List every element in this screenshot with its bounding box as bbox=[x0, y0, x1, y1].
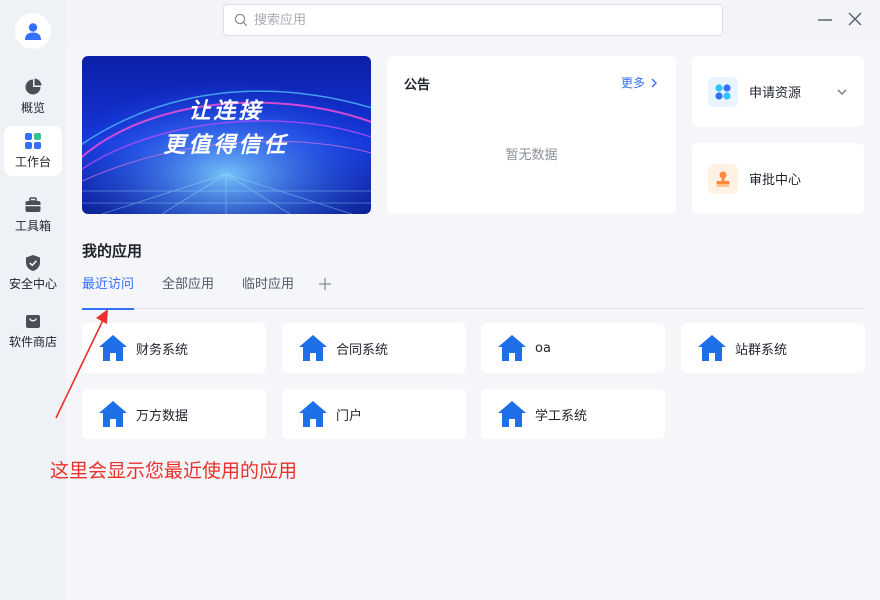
app-card[interactable]: 门户 bbox=[282, 389, 466, 439]
app-tabs: 最近访问 全部应用 临时应用 bbox=[82, 276, 864, 310]
search-icon bbox=[234, 13, 248, 27]
notice-more-link[interactable]: 更多 bbox=[621, 74, 660, 91]
close-icon[interactable] bbox=[846, 10, 864, 28]
sidebar-item-label: 软件商店 bbox=[8, 335, 57, 349]
user-icon bbox=[25, 23, 41, 40]
app-name: 站群系统 bbox=[735, 342, 788, 358]
app-name: oa bbox=[535, 340, 551, 356]
my-apps-title: 我的应用 bbox=[82, 242, 143, 260]
notice-empty-text: 暂无数据 bbox=[505, 148, 558, 163]
notice-more-label: 更多 bbox=[620, 76, 645, 90]
toolbox-icon bbox=[25, 197, 41, 212]
minimize-icon[interactable] bbox=[816, 10, 834, 28]
app-card[interactable]: 财务系统 bbox=[82, 323, 266, 373]
sidebar-item-label: 工作台 bbox=[14, 155, 51, 169]
app-card[interactable]: 万方数据 bbox=[82, 389, 266, 439]
approval-center-label: 审批中心 bbox=[749, 173, 802, 188]
app-card[interactable]: 合同系统 bbox=[282, 323, 466, 373]
sidebar: 概览 工作台 工具箱 安全中心 软件商店 bbox=[0, 0, 66, 600]
store-bag-icon bbox=[26, 315, 40, 328]
app-card[interactable]: 站群系统 bbox=[681, 323, 865, 373]
notice-card: 公告 更多 暂无数据 bbox=[387, 56, 676, 214]
home-icon bbox=[299, 335, 327, 361]
tab-recent[interactable]: 最近访问 bbox=[82, 276, 135, 310]
banner-line1: 让连接 bbox=[188, 99, 263, 124]
sidebar-item-label: 安全中心 bbox=[8, 277, 57, 291]
sidebar-item-workbench[interactable]: 工作台 bbox=[4, 126, 62, 176]
home-icon bbox=[498, 335, 526, 361]
app-name: 万方数据 bbox=[136, 408, 189, 424]
add-tab-icon[interactable] bbox=[318, 277, 332, 291]
banner-graphic: 让连接 更值得信任 bbox=[82, 56, 371, 214]
annotation-text: 这里会显示您最近使用的应用 bbox=[50, 460, 298, 482]
apply-resource-button[interactable]: 申请资源 bbox=[692, 56, 864, 127]
shield-icon bbox=[26, 255, 40, 271]
home-icon bbox=[698, 335, 726, 361]
chevron-right-icon bbox=[651, 78, 657, 87]
app-card[interactable]: 学工系统 bbox=[481, 389, 665, 439]
sidebar-item-store[interactable]: 软件商店 bbox=[4, 306, 62, 356]
app-name: 财务系统 bbox=[136, 342, 189, 358]
apps-grid-icon bbox=[708, 76, 738, 107]
workbench-icon bbox=[25, 133, 41, 149]
app-name: 学工系统 bbox=[535, 408, 588, 424]
tab-all-apps[interactable]: 全部应用 bbox=[162, 276, 214, 309]
avatar[interactable] bbox=[15, 13, 51, 49]
banner-line2: 更值得信任 bbox=[163, 133, 288, 158]
sidebar-item-label: 概览 bbox=[20, 101, 45, 115]
main-panel: 让连接 更值得信任 公告 更多 暂无数据 申请资源 审批中心 我的应用 最近访问… bbox=[66, 40, 880, 600]
chevron-down-icon bbox=[837, 89, 847, 95]
sidebar-item-security[interactable]: 安全中心 bbox=[4, 248, 62, 298]
stamp-icon bbox=[708, 163, 738, 194]
home-icon bbox=[498, 401, 526, 427]
app-name: 门户 bbox=[336, 408, 363, 424]
promo-banner[interactable]: 让连接 更值得信任 bbox=[82, 56, 371, 214]
pie-chart-icon bbox=[25, 78, 42, 95]
apply-resource-label: 申请资源 bbox=[749, 86, 802, 101]
app-name: 合同系统 bbox=[336, 342, 389, 358]
home-icon bbox=[99, 335, 127, 361]
notice-title: 公告 bbox=[404, 78, 431, 93]
search-bar[interactable] bbox=[223, 4, 723, 36]
sidebar-item-label: 工具箱 bbox=[14, 219, 51, 233]
home-icon bbox=[299, 401, 327, 427]
sidebar-item-overview[interactable]: 概览 bbox=[4, 72, 62, 122]
home-icon bbox=[99, 401, 127, 427]
sidebar-item-toolbox[interactable]: 工具箱 bbox=[4, 190, 62, 240]
search-input[interactable] bbox=[254, 12, 694, 28]
app-card[interactable]: oa bbox=[481, 323, 665, 373]
approval-center-button[interactable]: 审批中心 bbox=[692, 143, 864, 214]
tab-temporary-apps[interactable]: 临时应用 bbox=[242, 276, 294, 309]
